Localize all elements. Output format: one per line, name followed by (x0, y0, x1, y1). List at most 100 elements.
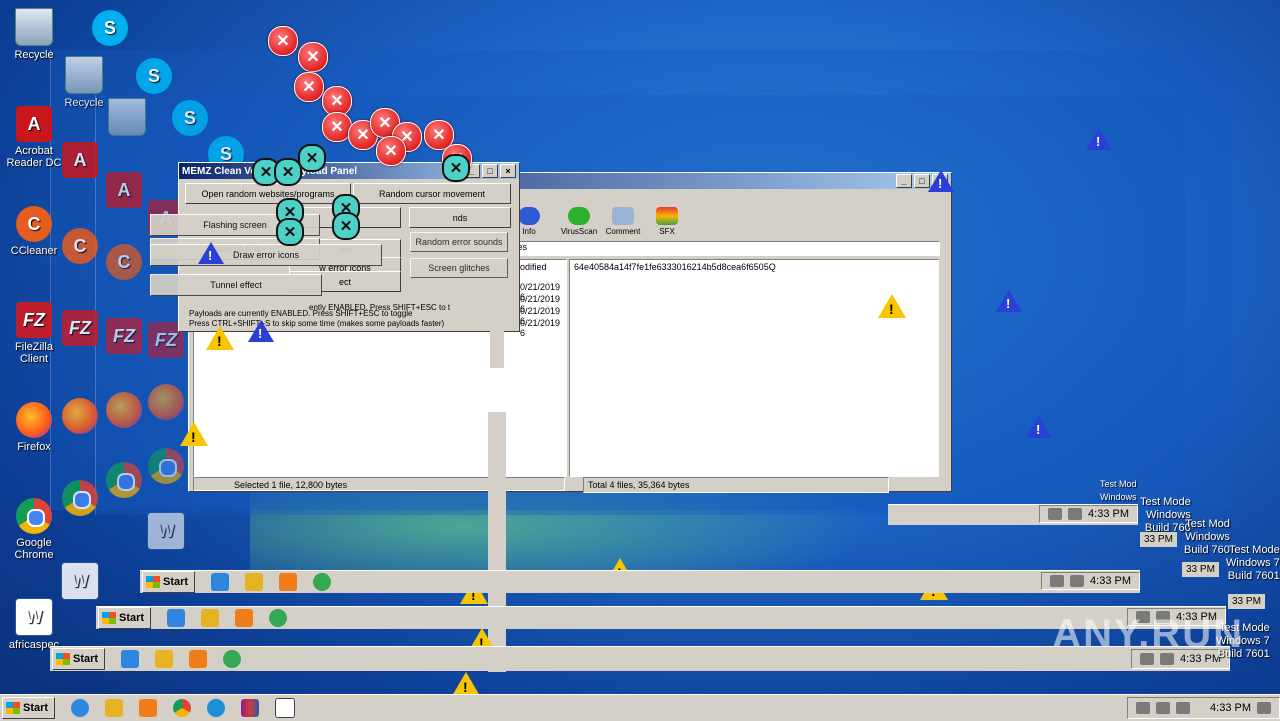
warning-icon (1026, 416, 1052, 438)
hash-panel[interactable]: 64e40584a14f7fe1fe6333016214b5d8cea6f650… (569, 259, 939, 477)
test-mode-text: Test Mode Windows 7 Build 7601 (1226, 544, 1280, 582)
desktop-icon-skype[interactable]: S (158, 100, 222, 139)
toolbar-sfx[interactable]: SFX (645, 207, 689, 236)
firefox-icon (16, 402, 52, 438)
warning-icon (928, 170, 954, 192)
toolbar-comment[interactable]: Comment (601, 207, 645, 236)
desktop-icon-word-doc[interactable]: W africaspec (2, 598, 66, 651)
error-icon: ✕ (442, 154, 470, 182)
error-icon: ✕ (298, 144, 326, 172)
desktop-icon-ccleaner[interactable]: C (92, 244, 156, 283)
sfx-icon (656, 207, 678, 225)
payload-open-websites-button[interactable]: Open random websites/programs (185, 183, 351, 204)
desktop-icon-word-doc[interactable]: W (134, 512, 198, 553)
speaker-icon[interactable] (1136, 702, 1151, 714)
virus-scan-icon (568, 207, 590, 225)
start-button[interactable]: Start (2, 697, 56, 719)
recycle-bin-icon (108, 98, 146, 136)
chrome-icon (16, 498, 52, 534)
clock-fragment: 33 PM (1228, 594, 1265, 609)
warning-icon (1086, 128, 1112, 150)
recycle-bin-icon (65, 56, 103, 94)
chrome-icon[interactable] (173, 699, 192, 717)
start-button[interactable]: Start (52, 648, 106, 670)
glitch-strip (490, 328, 504, 368)
ccleaner-icon: C (16, 206, 52, 242)
error-icon: ✕ (376, 136, 406, 166)
test-mode-text: Test Mod Windows (1100, 479, 1137, 502)
toolbar-virusscan[interactable]: VirusScan (557, 207, 601, 236)
acrobat-icon: A (16, 106, 52, 142)
word-doc-icon: W (15, 598, 53, 636)
warning-icon (180, 422, 208, 446)
error-icon: ✕ (332, 212, 360, 240)
maximize-button[interactable]: □ (482, 164, 498, 178)
ccleaner-icon: C (106, 244, 142, 280)
ghost-taskbar: Start 4:33 PM (140, 570, 1140, 593)
warning-icon (878, 294, 906, 318)
payload-cursor-movement-button[interactable]: Random cursor movement (353, 183, 511, 204)
comment-icon (612, 207, 634, 225)
action-center-flag-icon[interactable] (1176, 702, 1191, 714)
payload-status-line: Payloads are currently ENABLED. Press SH… (189, 309, 413, 318)
taskbar[interactable]: Start 4:33 PM (0, 694, 1280, 721)
ie-icon[interactable] (71, 699, 90, 717)
payload-fragment-button[interactable]: nds (409, 207, 511, 228)
error-icon: ✕ (268, 26, 298, 56)
desktop-icon-recycle-bin[interactable]: Recycle (2, 8, 66, 61)
memz-task-icon[interactable] (275, 698, 296, 718)
clock-fragment: 33 PM (1182, 562, 1219, 577)
path-dropdown[interactable]: tes (511, 241, 940, 256)
folder-icon[interactable] (105, 699, 124, 717)
firefox-icon (148, 384, 184, 420)
anyrun-watermark: ANY.RUN (1052, 612, 1244, 656)
desktop-icon-word-doc[interactable]: W (48, 562, 112, 603)
desktop-icon-skype[interactable]: S (122, 58, 186, 97)
error-icon: ✕ (294, 72, 324, 102)
ghost-taskbar: 4:33 PM (888, 504, 1138, 525)
error-icon: ✕ (298, 42, 328, 72)
payload-random-error-sounds-button[interactable]: Random error sounds (410, 232, 508, 252)
test-mode-text: Test Mod Windows Build 760 (1184, 518, 1230, 556)
status-right: Total 4 files, 35,364 bytes (583, 477, 889, 493)
recycle-bin-icon (15, 8, 53, 46)
ghost-tray: 4:33 PM (1039, 505, 1138, 523)
desktop-icon-skype[interactable]: S (78, 10, 142, 49)
skype-icon: S (136, 58, 172, 94)
winrar-icon[interactable] (241, 699, 260, 717)
edge-icon[interactable] (207, 699, 226, 717)
filezilla-icon: FZ (16, 302, 52, 338)
warning-icon (452, 672, 480, 696)
clock[interactable]: 4:33 PM (1210, 702, 1251, 714)
payload-tunnel-effect-button[interactable]: Tunnel effect (150, 274, 322, 296)
minimize-button[interactable]: _ (896, 174, 912, 188)
ghost-tray: 4:33 PM (1041, 572, 1140, 590)
close-button[interactable]: × (500, 164, 516, 178)
clock-fragment: 33 PM (1140, 532, 1177, 547)
word-doc-icon: W (147, 512, 185, 550)
chrome-icon (148, 448, 184, 484)
warning-icon (198, 242, 224, 264)
status-left: Selected 1 file, 12,800 bytes (193, 477, 565, 491)
skype-icon: S (172, 100, 208, 136)
start-button[interactable]: Start (98, 607, 152, 629)
column-modified[interactable]: odified (520, 262, 547, 272)
media-player-icon[interactable] (139, 699, 158, 717)
info-icon (518, 207, 540, 225)
skype-icon: S (92, 10, 128, 46)
show-desktop-icon[interactable] (1257, 702, 1271, 714)
error-icon: ✕ (276, 218, 304, 246)
hash-text: 64e40584a14f7fe1fe6333016214b5d8cea6f650… (574, 262, 776, 272)
network-icon[interactable] (1156, 702, 1171, 714)
desktop-icon-recycle-bin[interactable] (95, 98, 159, 139)
word-doc-icon: W (61, 562, 99, 600)
warning-icon (996, 290, 1022, 312)
payload-draw-error-icons-button[interactable]: Draw error icons (150, 244, 382, 266)
start-button[interactable]: Start (142, 571, 196, 593)
warning-icon (248, 320, 274, 342)
warning-icon (206, 326, 234, 350)
system-tray: 4:33 PM (1127, 697, 1280, 719)
payload-screen-glitches-button[interactable]: Screen glitches (410, 258, 508, 278)
windows-logo-icon (6, 702, 20, 714)
date-cell: 0/21/2019 6 (520, 318, 561, 338)
